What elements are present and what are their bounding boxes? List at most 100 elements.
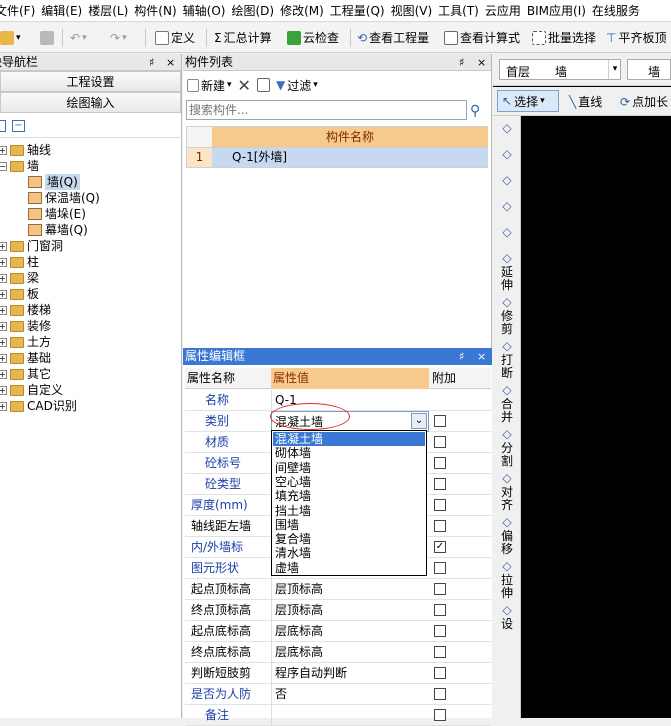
menu-item[interactable]: 文件(F) <box>0 0 38 21</box>
menu-item[interactable]: BIM应用(I) <box>524 0 589 21</box>
dropdown-option[interactable]: 空心墙 <box>273 475 425 489</box>
align-tool-button[interactable]: ◇ 对齐 <box>495 472 519 512</box>
mirror-tool-button[interactable]: ◇ <box>495 174 519 188</box>
close-icon[interactable]: × <box>166 54 175 70</box>
close-icon[interactable]: × <box>477 348 486 365</box>
view-quantity-button[interactable]: ⟲ 查看工程量 <box>357 27 429 49</box>
extend-tool-button[interactable]: ◇ 延伸 <box>495 252 519 292</box>
extra-checkbox[interactable] <box>434 604 446 616</box>
undo-button[interactable]: ↶ ▾ <box>70 27 87 49</box>
batch-select-button[interactable]: 批量选择 <box>532 27 596 49</box>
break-tool-button[interactable]: ◇ 打断 <box>495 340 519 380</box>
dropdown-option[interactable]: 清水墙 <box>273 546 425 560</box>
expand-all-icon[interactable] <box>0 120 6 132</box>
nav-tree-item[interactable]: + 柱 <box>0 254 39 270</box>
expand-icon[interactable]: + <box>0 241 7 251</box>
collapse-all-icon[interactable]: − <box>12 120 25 132</box>
trim-tool-button[interactable]: ◇ 修剪 <box>495 296 519 336</box>
property-value[interactable]: 层顶标高 <box>271 600 429 621</box>
nav-tree-item[interactable]: 保温墙(Q) <box>28 190 100 206</box>
menu-item[interactable]: 辅轴(O) <box>180 0 229 21</box>
property-row[interactable]: 终点底标高 层底标高 <box>185 642 491 663</box>
chevron-down-icon[interactable]: ⌄ <box>411 413 427 429</box>
nav-tree-item[interactable]: + 自定义 <box>0 382 63 398</box>
menu-item[interactable]: 在线服务 <box>589 0 643 21</box>
nav-tree-item[interactable]: + 土方 <box>0 334 51 350</box>
line-tool-button[interactable]: ╲ 直线 <box>569 93 602 110</box>
menu-item[interactable]: 视图(V) <box>388 0 436 21</box>
menu-item[interactable]: 绘图(D) <box>228 0 277 21</box>
nav-tree-item[interactable]: + CAD识别 <box>0 398 77 414</box>
move-tool-button[interactable]: ◇ <box>495 200 519 214</box>
brush-tool-button[interactable]: ◇ <box>495 122 519 136</box>
collapse-icon[interactable]: − <box>0 161 7 171</box>
pin-icon[interactable]: ♯ <box>149 54 154 70</box>
cloud-check-button[interactable]: 云检查 <box>287 27 339 49</box>
expand-icon[interactable]: + <box>0 321 7 331</box>
drawing-area[interactable]: 首层 墙 ▾ 墙 ↖ 选择 ▾ ╲ 直线 ⟳ 点加长 ◇ ◇ ◇ ◇ ◇ ◇ 延伸 ◇ 修剪 ◇ 打断… <box>493 54 671 718</box>
property-row[interactable]: 判断短肢剪 程序自动判断 <box>185 663 491 684</box>
save-button[interactable] <box>40 27 54 49</box>
rotate-tool-button[interactable]: ◇ <box>495 226 519 240</box>
property-row[interactable]: 起点底标高 层底标高 <box>185 621 491 642</box>
extra-checkbox[interactable] <box>434 478 446 490</box>
dropdown-option[interactable]: 间壁墙 <box>273 461 425 475</box>
property-row[interactable]: 起点顶标高 层顶标高 <box>185 579 491 600</box>
dropdown-option[interactable]: 复合墙 <box>273 532 425 546</box>
new-component-button[interactable]: 新建 ▾ <box>187 77 232 94</box>
nav-tree-item[interactable]: + 装修 <box>0 318 51 334</box>
menu-item[interactable]: 工程量(Q) <box>327 0 388 21</box>
extra-checkbox[interactable] <box>434 436 446 448</box>
extra-checkbox[interactable] <box>434 499 446 511</box>
property-value[interactable]: 否 <box>271 684 429 705</box>
set-tool-button[interactable]: ◇ 设 <box>495 604 519 631</box>
menu-item[interactable]: 修改(M) <box>277 0 327 21</box>
copy-tool-button[interactable]: ◇ <box>495 148 519 162</box>
point-extend-button[interactable]: ⟳ 点加长 <box>620 93 668 110</box>
dropdown-option[interactable]: 砌体墙 <box>273 446 425 460</box>
search-icon[interactable]: ⚲ <box>470 103 480 119</box>
property-value[interactable]: 层顶标高 <box>271 579 429 600</box>
expand-icon[interactable]: + <box>0 401 7 411</box>
expand-icon[interactable]: + <box>0 385 7 395</box>
extra-checkbox[interactable] <box>434 625 446 637</box>
component-search-input[interactable] <box>187 101 463 119</box>
menu-item[interactable]: 构件(N) <box>131 0 179 21</box>
menu-item[interactable]: 编辑(E) <box>38 0 85 21</box>
nav-tree-item[interactable]: + 梁 <box>0 270 39 286</box>
dropdown-option[interactable]: 填充墙 <box>273 489 425 503</box>
delete-icon[interactable]: ✕ <box>238 76 251 95</box>
extra-checkbox[interactable] <box>434 646 446 658</box>
extra-checkbox[interactable] <box>434 415 446 427</box>
pin-icon[interactable]: ♯ <box>459 54 464 71</box>
property-row[interactable]: 是否为人防 否 <box>185 684 491 705</box>
floor-select[interactable]: 首层 墙 ▾ <box>499 59 621 80</box>
menu-item[interactable]: 楼层(L) <box>85 0 131 21</box>
open-file-button[interactable]: ▾ <box>0 27 21 49</box>
extra-checkbox[interactable]: ✓ <box>434 541 446 553</box>
expand-icon[interactable]: + <box>0 337 7 347</box>
pin-icon[interactable]: ♯ <box>459 348 464 365</box>
property-value[interactable] <box>271 705 429 726</box>
dropdown-option[interactable]: 挡土墙 <box>273 504 425 518</box>
drawing-input-button[interactable]: 绘图输入 <box>0 92 181 113</box>
merge-tool-button[interactable]: ◇ 合并 <box>495 384 519 424</box>
menu-item[interactable]: 工具(T) <box>435 0 482 21</box>
select-tool-button[interactable]: ↖ 选择 ▾ <box>497 90 559 112</box>
nav-tree-item[interactable]: 幕墙(Q) <box>28 222 88 238</box>
nav-tree-item[interactable]: 墙(Q) <box>28 174 80 190</box>
stretch-tool-button[interactable]: ◇ 拉伸 <box>495 560 519 600</box>
nav-tree-item[interactable]: − 墙 <box>0 158 39 174</box>
property-value[interactable]: 层底标高 <box>271 621 429 642</box>
nav-tree-item[interactable]: + 轴线 <box>0 142 51 158</box>
sum-calc-button[interactable]: Σ 汇总计算 <box>214 27 272 49</box>
dropdown-option[interactable]: 混凝土墙 <box>273 432 425 446</box>
extra-checkbox[interactable] <box>434 520 446 532</box>
property-value[interactable]: 层底标高 <box>271 642 429 663</box>
define-button[interactable]: 定义 <box>155 27 195 49</box>
property-row[interactable]: 备注 <box>185 705 491 726</box>
dropdown-option[interactable]: 围墙 <box>273 518 425 532</box>
expand-icon[interactable]: + <box>0 369 7 379</box>
property-row[interactable]: 终点顶标高 层顶标高 <box>185 600 491 621</box>
split-tool-button[interactable]: ◇ 分割 <box>495 428 519 468</box>
